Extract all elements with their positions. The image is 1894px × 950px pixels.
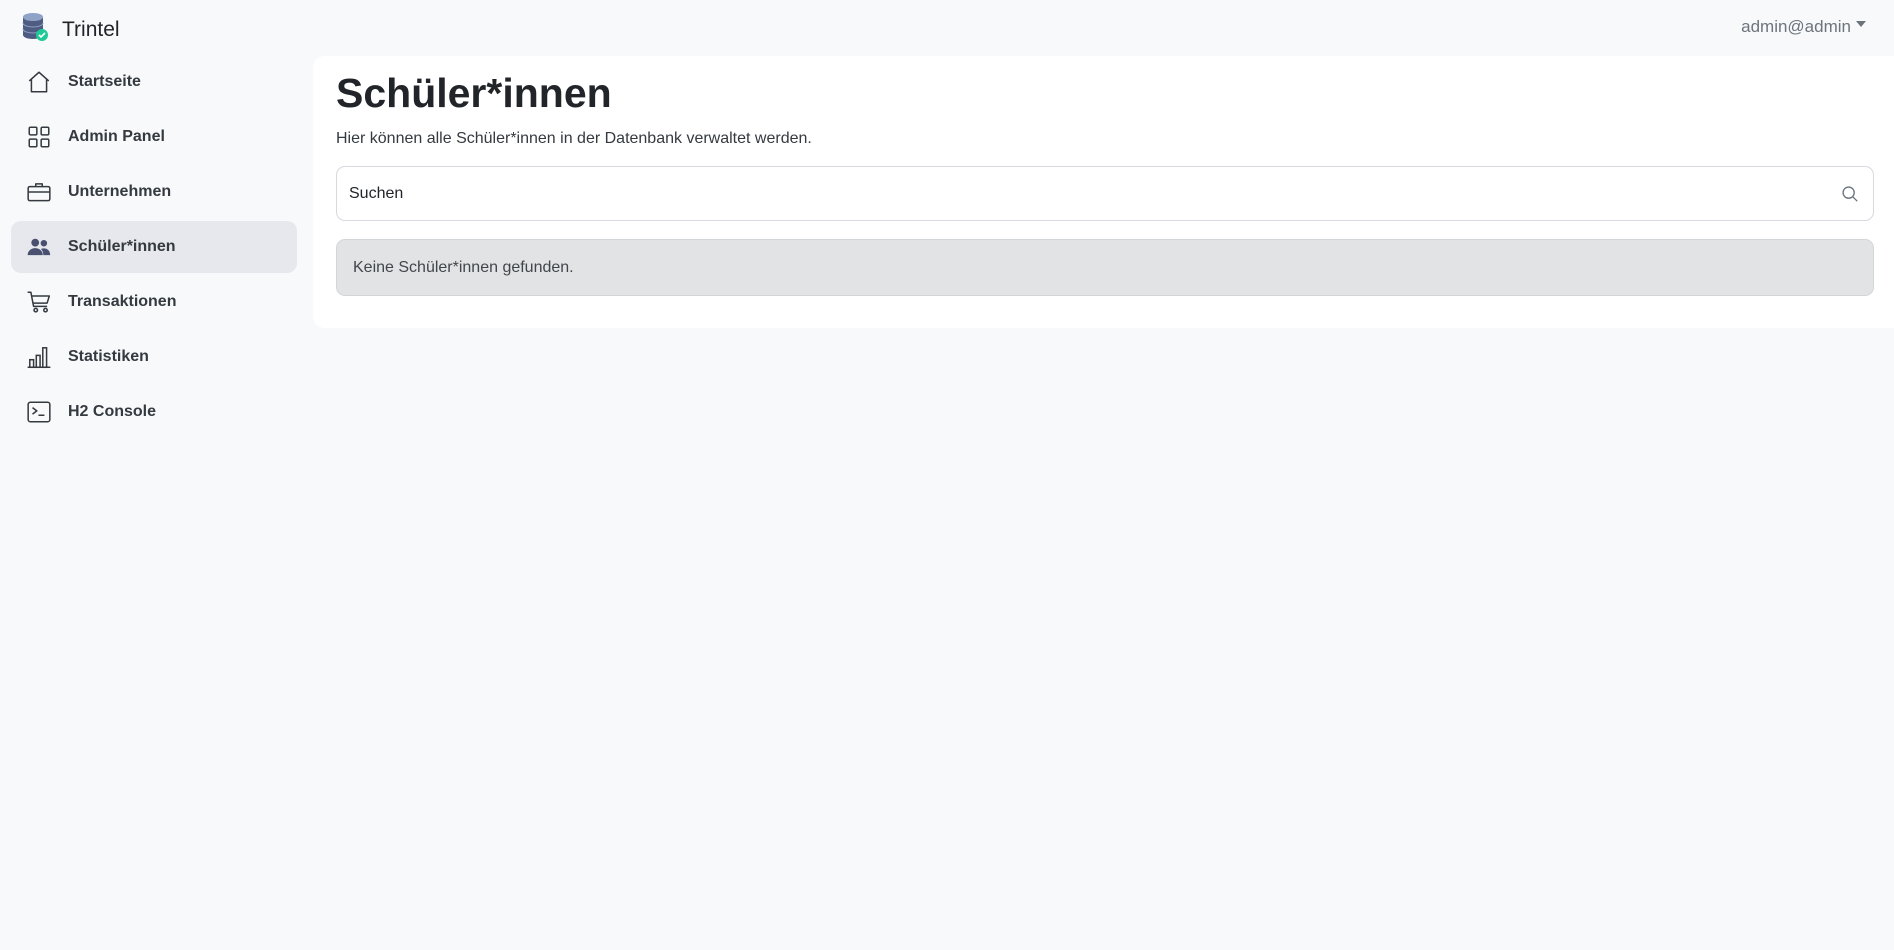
main-content: Schüler*innen Hier können alle Schüler*i… [313,56,1894,328]
briefcase-icon [26,179,52,205]
search-input[interactable] [337,167,1873,220]
page-description: Hier können alle Schüler*innen in der Da… [336,130,812,147]
empty-state-alert: Keine Schüler*innen gefunden. [336,239,1874,296]
user-menu-label: admin@admin [1741,17,1851,36]
search-box [336,166,1874,221]
sidebar-item-label: Admin Panel [68,128,165,145]
empty-state-message: Keine Schüler*innen gefunden. [353,258,574,276]
caret-down-icon [1856,21,1866,27]
database-check-icon [22,12,48,47]
sidebar-item-h2-console[interactable]: H2 Console [11,386,297,438]
page-title: Schüler*innen [336,70,612,116]
sidebar-item-schuelerinnen[interactable]: Schüler*innen [11,221,297,273]
sidebar-item-label: Schüler*innen [68,238,176,255]
brand-link[interactable]: Trintel [22,12,120,47]
people-icon [26,234,52,260]
sidebar-item-transaktionen[interactable]: Transaktionen [11,276,297,328]
sidebar-item-label: Statistiken [68,348,149,365]
terminal-icon [26,399,52,425]
grid-icon [26,124,52,150]
sidebar-item-label: Transaktionen [68,293,177,310]
sidebar-item-admin-panel[interactable]: Admin Panel [11,111,297,163]
sidebar-item-unternehmen[interactable]: Unternehmen [11,166,297,218]
top-navbar: Trintel admin@admin [0,0,1894,54]
sidebar-item-startseite[interactable]: Startseite [11,56,297,108]
sidebar-item-label: H2 Console [68,403,157,420]
user-menu-dropdown[interactable]: admin@admin [1741,17,1866,37]
bar-chart-icon [26,344,52,370]
sidebar-item-label: Startseite [68,73,141,90]
app-name: Trintel [62,17,120,41]
sidebar: Startseite Admin Panel Unternehmen Schül… [11,56,297,441]
sidebar-item-statistiken[interactable]: Statistiken [11,331,297,383]
house-icon [26,69,52,95]
cart-icon [26,289,52,315]
sidebar-item-label: Unternehmen [68,183,172,200]
